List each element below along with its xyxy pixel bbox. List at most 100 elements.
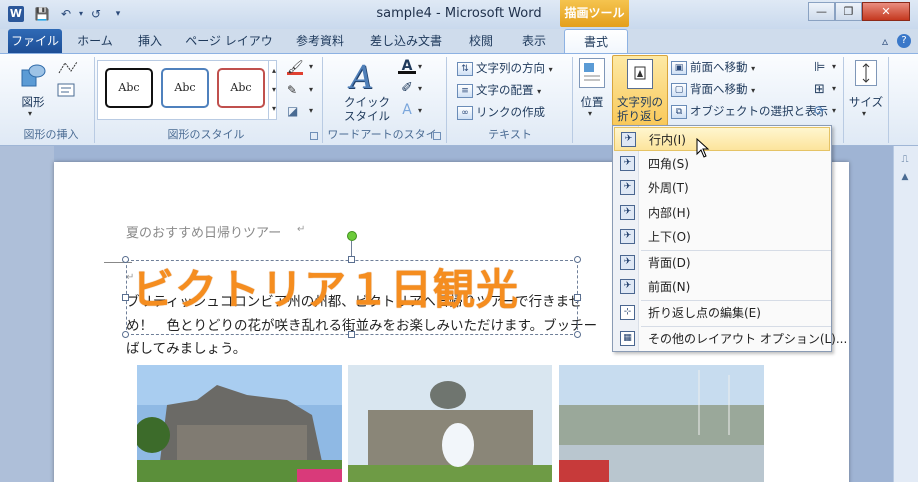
shape-fill-icon[interactable]: 🖌 <box>287 60 309 78</box>
text-outline-dropdown-icon[interactable]: ▾ <box>418 84 422 93</box>
menu-item-behind-text[interactable]: ✈ 背面(D) <box>614 251 830 275</box>
bring-forward-label: 前面へ移動 <box>690 60 748 74</box>
group-label-text: テキスト <box>488 128 532 141</box>
tab-mailings[interactable]: 差し込み文書 <box>361 29 451 53</box>
tab-references[interactable]: 参考資料 <box>287 29 353 53</box>
shape-outline-dropdown-icon[interactable]: ▾ <box>309 85 313 94</box>
resize-handle-right[interactable] <box>574 294 581 301</box>
wordart-title[interactable]: ビクトリア１日観光 <box>132 256 519 317</box>
send-backward-button[interactable]: ▢ 背面へ移動 ▾ <box>671 79 755 99</box>
tab-format[interactable]: 書式 <box>564 29 628 53</box>
quick-styles-label-2[interactable]: スタイル <box>342 109 392 123</box>
shape-style-blue[interactable]: Abc <box>161 68 209 108</box>
menu-item-tight[interactable]: ✈ 外周(T) <box>614 176 830 200</box>
rotation-handle[interactable] <box>347 231 357 241</box>
selection-pane-label: オブジェクトの選択と表示 <box>690 104 828 118</box>
menu-item-label: 背面(D) <box>648 256 691 270</box>
quick-styles-label-1[interactable]: クイック <box>342 95 392 109</box>
create-link-button[interactable]: ∞ リンクの作成 <box>457 102 545 122</box>
tab-insert[interactable]: 挿入 <box>127 29 173 53</box>
text-box-icon[interactable] <box>57 82 79 98</box>
tab-home[interactable]: ホーム <box>70 29 120 53</box>
help-icon[interactable]: ? <box>897 34 911 48</box>
align-icon[interactable]: ⊫ <box>814 60 832 76</box>
menu-item-more-layout-options[interactable]: ▦ その他のレイアウト オプション(L)... <box>614 327 847 351</box>
resize-handle-top-left[interactable] <box>122 256 129 263</box>
photo-empress-hotel[interactable] <box>137 365 342 482</box>
through-wrap-icon: ✈ <box>620 205 635 220</box>
restore-button[interactable]: ❐ <box>835 2 862 21</box>
close-button[interactable]: ✕ <box>862 2 910 21</box>
align-dropdown-icon[interactable]: ▾ <box>832 62 836 71</box>
collapse-ribbon-icon[interactable]: ▵ <box>877 33 893 49</box>
group-label-wordart-styles: ワードアートのスタイル <box>327 128 437 157</box>
photo-parliament-building[interactable] <box>348 365 552 482</box>
menu-item-label: 上下(O) <box>648 230 691 244</box>
text-outline-icon[interactable]: ✐ <box>398 80 416 98</box>
rotate-icon[interactable]: ⟳ <box>814 104 832 120</box>
position-dropdown-icon[interactable]: ▾ <box>588 109 592 118</box>
size-dropdown-icon[interactable]: ▾ <box>862 109 866 118</box>
shape-styles-launcher-icon[interactable] <box>310 132 318 140</box>
menu-item-label: 前面(N) <box>648 280 691 294</box>
group-dropdown-icon[interactable]: ▾ <box>832 84 836 93</box>
resize-handle-top-right[interactable] <box>574 256 581 263</box>
shape-fill-dropdown-icon[interactable]: ▾ <box>309 62 313 71</box>
size-label[interactable]: サイズ <box>846 95 886 109</box>
in-front-text-icon: ✈ <box>620 279 635 294</box>
resize-handle-bottom-right[interactable] <box>574 331 581 338</box>
bring-forward-button[interactable]: ▣ 前面へ移動 ▾ <box>671 57 755 77</box>
shapes-icon[interactable] <box>19 62 47 90</box>
minimize-button[interactable]: — <box>808 2 835 21</box>
resize-handle-left[interactable] <box>122 294 129 301</box>
quick-styles-icon[interactable]: A <box>350 58 384 96</box>
ruler-toggle-icon[interactable]: ⎍ <box>897 154 913 168</box>
text-effects-icon[interactable]: A <box>398 102 416 120</box>
wordart-styles-launcher-icon[interactable] <box>433 132 441 140</box>
shape-effects-icon[interactable]: ◪ <box>287 104 307 120</box>
document-subtitle[interactable]: 夏のおすすめ日帰りツアー <box>126 222 281 241</box>
menu-item-edit-wrap-points[interactable]: ⊹ 折り返し点の編集(E) <box>614 301 830 325</box>
tab-view[interactable]: 表示 <box>511 29 557 53</box>
body-text-line-3[interactable]: ばしてみましょう。 <box>126 337 246 357</box>
group-objects-icon[interactable]: ⊞ <box>814 82 832 98</box>
position-label[interactable]: 位置 <box>572 95 612 109</box>
menu-item-square[interactable]: ✈ 四角(S) <box>614 152 830 176</box>
selection-pane-button[interactable]: ⧉ オブジェクトの選択と表示 <box>671 101 828 121</box>
menu-item-inline[interactable]: ✈ 行内(I) <box>614 127 830 151</box>
menu-item-in-front-of-text[interactable]: ✈ 前面(N) <box>614 275 830 299</box>
resize-handle-top[interactable] <box>348 256 355 263</box>
send-backward-label: 背面へ移動 <box>690 82 748 96</box>
shape-outline-icon[interactable]: ✎ <box>287 83 307 99</box>
edit-shape-icon[interactable] <box>57 59 79 77</box>
menu-item-top-bottom[interactable]: ✈ 上下(O) <box>614 225 830 249</box>
menu-item-label: 内部(H) <box>648 206 691 220</box>
wrap-text-label-2: 折り返し <box>617 109 663 123</box>
group-separator <box>94 57 95 143</box>
rotate-dropdown-icon[interactable]: ▾ <box>832 106 836 115</box>
tab-page-layout[interactable]: ページ レイアウト <box>180 29 278 72</box>
shapes-button-label[interactable]: 図形 <box>14 95 52 109</box>
tab-review[interactable]: 校閲 <box>458 29 504 53</box>
scroll-up-icon[interactable]: ▲ <box>897 172 913 184</box>
wrap-text-icon <box>627 59 653 89</box>
menu-item-through[interactable]: ✈ 内部(H) <box>614 201 830 225</box>
tab-file[interactable]: ファイル <box>8 29 62 53</box>
resize-handle-bottom[interactable] <box>348 331 355 338</box>
shape-effects-dropdown-icon[interactable]: ▾ <box>309 106 313 115</box>
size-icon[interactable] <box>855 60 877 86</box>
photo-inner-harbour[interactable] <box>559 365 764 482</box>
shape-style-red[interactable]: Abc <box>217 68 265 108</box>
shapes-dropdown-icon[interactable]: ▾ <box>28 109 32 118</box>
text-fill-dropdown-icon[interactable]: ▾ <box>418 62 422 71</box>
gallery-scroll[interactable]: ▴ ▾ ▾ <box>268 61 279 119</box>
vertical-scrollbar[interactable] <box>893 146 918 482</box>
send-backward-icon: ▢ <box>671 82 687 97</box>
resize-handle-bottom-left[interactable] <box>122 331 129 338</box>
text-fill-icon[interactable]: A <box>398 58 416 76</box>
text-direction-button[interactable]: ⇅ 文字列の方向 ▾ <box>457 58 553 78</box>
position-icon[interactable] <box>579 58 605 88</box>
align-text-button[interactable]: ≡ 文字の配置 ▾ <box>457 80 541 100</box>
shape-style-black[interactable]: Abc <box>105 68 153 108</box>
text-effects-dropdown-icon[interactable]: ▾ <box>418 106 422 115</box>
